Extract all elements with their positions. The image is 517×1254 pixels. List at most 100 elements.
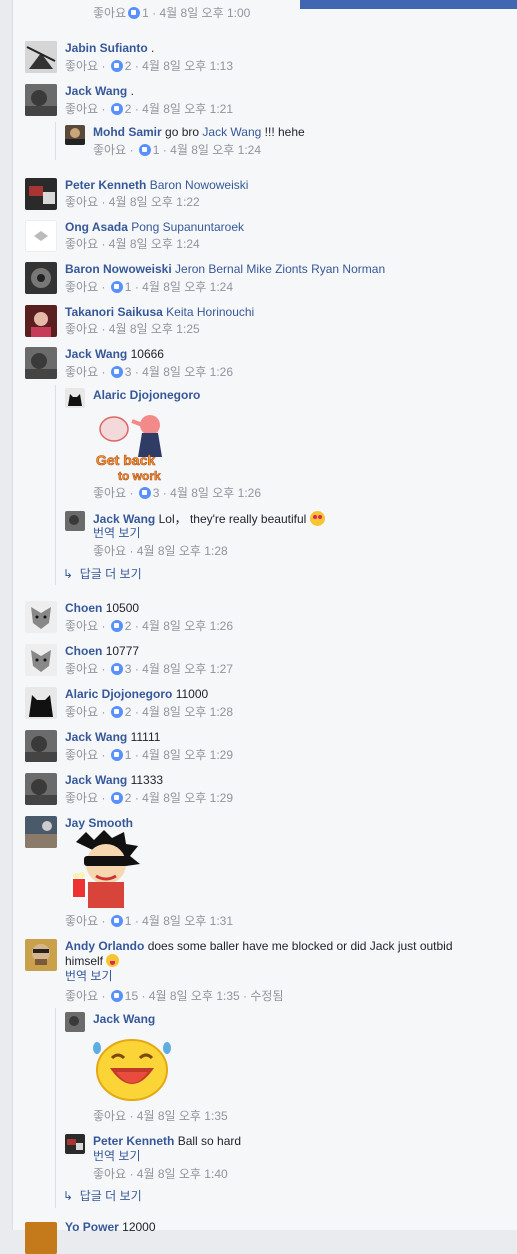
like-link[interactable]: 좋아요 [65, 237, 98, 251]
avatar[interactable] [25, 816, 57, 848]
author-name[interactable]: Alaric Djojonegoro [65, 687, 172, 701]
like-link[interactable]: 좋아요 [65, 705, 98, 719]
like-link[interactable]: 좋아요 [93, 1109, 126, 1123]
reply-arrow-icon: ↳ [63, 1189, 74, 1203]
like-link[interactable]: 좋아요 [65, 662, 98, 676]
timestamp[interactable]: 4월 8일 오후 1:24 [142, 280, 233, 294]
avatar[interactable] [25, 84, 57, 116]
like-link[interactable]: 좋아요 [65, 989, 98, 1003]
tagged-user[interactable]: Jeron Bernal Mike Zionts Ryan Norman [175, 262, 385, 276]
like-link[interactable]: 좋아요 [65, 791, 98, 805]
avatar[interactable] [65, 125, 85, 145]
translate-link[interactable]: 번역 보기 [93, 1149, 141, 1164]
author-name[interactable]: Jack Wang [65, 730, 127, 744]
like-link[interactable]: 좋아요 [65, 102, 98, 116]
avatar[interactable] [25, 644, 57, 676]
like-link[interactable]: 좋아요 [93, 6, 126, 20]
comment-meta: 좋아요 · 4월 8일 오후 1:28 [93, 544, 228, 558]
like-link[interactable]: 좋아요 [65, 914, 98, 928]
tagged-user[interactable]: Keita Horinouchi [166, 305, 254, 319]
more-replies-link[interactable]: ↳ 답글 더 보기 [63, 1189, 142, 1204]
avatar[interactable] [25, 939, 57, 971]
author-name[interactable]: Jack Wang [93, 1012, 155, 1026]
like-link[interactable]: 좋아요 [93, 143, 126, 157]
avatar[interactable] [25, 347, 57, 379]
like-link[interactable]: 좋아요 [65, 365, 98, 379]
avatar[interactable] [25, 601, 57, 633]
timestamp[interactable]: 4월 8일 오후 1:31 [142, 914, 233, 928]
like-link[interactable]: 좋아요 [93, 486, 126, 500]
timestamp[interactable]: 4월 8일 오후 1:35 [149, 989, 240, 1003]
like-link[interactable]: 좋아요 [65, 59, 98, 73]
like-link[interactable]: 좋아요 [93, 1167, 126, 1181]
author-name[interactable]: Jack Wang [65, 84, 127, 98]
author-name[interactable]: Jack Wang [65, 347, 127, 361]
avatar[interactable] [65, 511, 85, 531]
author-name[interactable]: Jabin Sufianto [65, 41, 148, 55]
comment-text-cont: himself [65, 954, 120, 969]
author-name[interactable]: Yo Power [65, 1220, 119, 1234]
timestamp[interactable]: 4월 8일 오후 1:13 [142, 59, 233, 73]
edited-label[interactable]: 수정됨 [250, 989, 283, 1003]
avatar[interactable] [25, 773, 57, 805]
more-replies-link[interactable]: ↳ 답글 더 보기 [63, 567, 142, 582]
author-name[interactable]: Alaric Djojonegoro [93, 388, 200, 402]
timestamp[interactable]: 4월 8일 오후 1:27 [142, 662, 233, 676]
avatar[interactable] [25, 220, 57, 252]
author-name[interactable]: Peter Kenneth [65, 178, 146, 192]
timestamp[interactable]: 4월 8일 오후 1:28 [137, 544, 228, 558]
reply-thread-line [55, 122, 56, 160]
author-name[interactable]: Jay Smooth [65, 816, 133, 830]
comment-text: Jack Wang 11111 [65, 730, 161, 744]
translate-link[interactable]: 번역 보기 [65, 969, 113, 984]
avatar[interactable] [25, 687, 57, 719]
timestamp[interactable]: 4월 8일 오후 1:29 [142, 791, 233, 805]
timestamp[interactable]: 4월 8일 오후 1:22 [109, 195, 200, 209]
timestamp[interactable]: 4월 8일 오후 1:25 [109, 322, 200, 336]
timestamp[interactable]: 4월 8일 오후 1:26 [142, 619, 233, 633]
avatar[interactable] [25, 41, 57, 73]
author-name[interactable]: Mohd Samir [93, 125, 162, 139]
avatar[interactable] [25, 178, 57, 210]
avatar[interactable] [25, 262, 57, 294]
like-link[interactable]: 좋아요 [93, 544, 126, 558]
like-link[interactable]: 좋아요 [65, 322, 98, 336]
comment-meta: 좋아요 · 4월 8일 오후 1:25 [65, 322, 200, 336]
tagged-user[interactable]: Jack Wang [202, 125, 261, 139]
author-name[interactable]: Peter Kenneth [93, 1134, 174, 1148]
timestamp[interactable]: 4월 8일 오후 1:26 [170, 486, 261, 500]
avatar[interactable] [65, 1012, 85, 1032]
author-name[interactable]: Choen [65, 644, 102, 658]
author-name[interactable]: Takanori Saikusa [65, 305, 163, 319]
like-link[interactable]: 좋아요 [65, 619, 98, 633]
timestamp[interactable]: 4월 8일 오후 1:29 [142, 748, 233, 762]
avatar[interactable] [65, 388, 85, 408]
author-name[interactable]: Baron Nowoweiski [65, 262, 172, 276]
like-link[interactable]: 좋아요 [65, 748, 98, 762]
avatar[interactable] [65, 1134, 85, 1154]
timestamp[interactable]: 4월 8일 오후 1:26 [142, 365, 233, 379]
tagged-user[interactable]: Baron Nowoweiski [150, 178, 249, 192]
avatar[interactable] [25, 1222, 57, 1254]
author-name[interactable]: Jack Wang [65, 773, 127, 787]
timestamp[interactable]: 4월 8일 오후 1:40 [137, 1167, 228, 1181]
like-link[interactable]: 좋아요 [65, 195, 98, 209]
timestamp[interactable]: 4월 8일 오후 1:35 [137, 1109, 228, 1123]
author-name[interactable]: Jack Wang [93, 512, 155, 526]
tagged-user[interactable]: Pong Supanuntaroek [131, 220, 244, 234]
timestamp[interactable]: 4월 8일 오후 1:28 [142, 705, 233, 719]
author-name[interactable]: Andy Orlando [65, 939, 144, 953]
timestamp[interactable]: 4월 8일 오후 1:21 [142, 102, 233, 116]
avatar[interactable] [25, 305, 57, 337]
avatar[interactable] [25, 730, 57, 762]
author-name[interactable]: Choen [65, 601, 102, 615]
author-name[interactable]: Ong Asada [65, 220, 128, 234]
comment-text: Ong Asada Pong Supanuntaroek [65, 220, 244, 235]
timestamp[interactable]: 4월 8일 오후 1:24 [109, 237, 200, 251]
like-link[interactable]: 좋아요 [65, 280, 98, 294]
timestamp[interactable]: 4월 8일 오후 1:24 [170, 143, 261, 157]
like-icon [110, 663, 123, 675]
translate-link[interactable]: 번역 보기 [93, 526, 141, 541]
reply-text: Jack Wang Lol， they're really beautiful [93, 511, 325, 527]
laughing-face-sticker [92, 1036, 172, 1104]
